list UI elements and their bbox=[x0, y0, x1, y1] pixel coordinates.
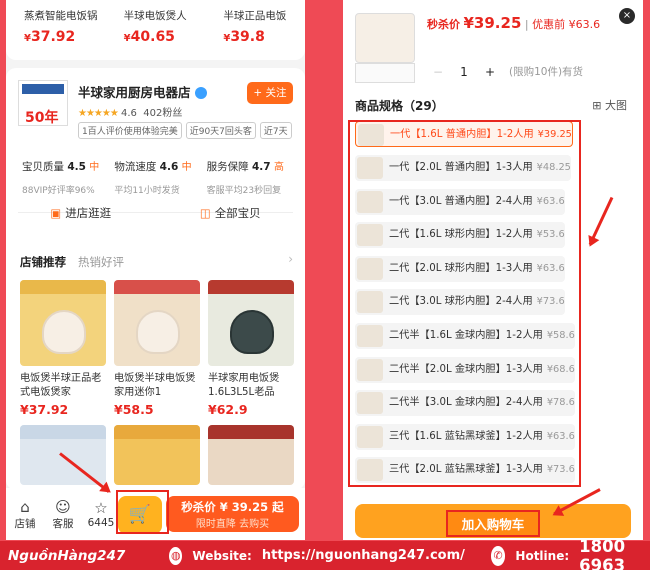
shop-logo[interactable]: 50年 bbox=[18, 80, 68, 126]
product-price: ¥40.65 bbox=[123, 29, 175, 45]
price-line: 秒杀价 ¥39.25 | 优惠前 ¥63.6 bbox=[427, 14, 601, 32]
hotline-number: 1800 6963 bbox=[579, 536, 626, 570]
brand-logo: NguồnHàng247 bbox=[8, 547, 126, 564]
shop-tag: 近7天 bbox=[259, 122, 292, 139]
metric-quality: 宝贝质量 4.5 中 88VIP好评率96% bbox=[22, 161, 100, 196]
spec-title: 商品规格（29） bbox=[355, 99, 444, 113]
website-url: https://nguonhang247.com/ bbox=[261, 548, 465, 563]
buy-now-button[interactable]: 秒杀价 ¥ 39.25 起 限时直降 去购买 bbox=[166, 496, 299, 532]
tab-hot-reviews[interactable]: 热销好评 bbox=[78, 255, 124, 269]
highlight-box-cart bbox=[116, 490, 169, 534]
recommend-card[interactable] bbox=[208, 425, 294, 485]
product-thumbnail bbox=[114, 425, 200, 485]
store-icon: ▣ bbox=[50, 206, 62, 220]
recommend-tabs: 店铺推荐 热销好评 bbox=[20, 254, 124, 270]
recommend-card[interactable] bbox=[114, 425, 200, 485]
product-price: ¥37.92 bbox=[24, 29, 76, 45]
qty-minus-button[interactable]: − bbox=[425, 62, 451, 82]
enter-store-button[interactable]: ▣ 进店逛逛 bbox=[6, 205, 156, 221]
bag-icon: ◫ bbox=[199, 206, 211, 220]
product-price: ¥37.92 bbox=[20, 402, 69, 417]
shop-tag: 1百人评价使用体验完美 bbox=[78, 122, 182, 139]
bigview-toggle[interactable]: ⊞ 大图 bbox=[592, 97, 627, 113]
product-name: 半球电饭煲人 bbox=[123, 10, 187, 22]
star-icon: ☆ bbox=[94, 499, 108, 517]
metric-logistics: 物流速度 4.6 中 平均11小时发货 bbox=[114, 161, 192, 196]
quantity-stepper: − 1 + (限购10件)有货 bbox=[425, 62, 583, 82]
right-phone-screen: 秒杀价 ¥39.25 | 优惠前 ¥63.6 × − 1 + (限购10件)有货… bbox=[343, 0, 643, 540]
chat-icon: ☺ bbox=[55, 497, 71, 516]
top-products-row: 蒸煮智能电饭锅 ¥37.92 半球电饭煲人 ¥40.65 半球正品电饭 ¥39.… bbox=[6, 0, 305, 60]
customer-service-button[interactable]: ☺ 客服 bbox=[44, 498, 82, 531]
selected-product-thumbnail[interactable] bbox=[355, 13, 415, 63]
close-icon[interactable]: × bbox=[619, 8, 635, 24]
follow-button[interactable]: + 关注 bbox=[247, 82, 293, 104]
recommend-section: 店铺推荐 热销好评 › 电饭煲半球正品老式电饭煲家 ¥37.92 电饭煲半球电饭煲… bbox=[6, 240, 305, 490]
product-thumbnail bbox=[208, 280, 294, 366]
product-thumbnail bbox=[208, 425, 294, 485]
star-rating-icon: ★★★★★ bbox=[78, 108, 119, 119]
thumbnail-strip bbox=[355, 63, 415, 83]
recommend-card[interactable]: 电饭煲半球电饭煲家用迷你1 ¥58.5 bbox=[114, 280, 200, 417]
shop-actions: ▣ 进店逛逛 ◫ 全部宝贝 bbox=[6, 205, 305, 221]
shop-tags: 1百人评价使用体验完美 近90天7回头客 近7天 bbox=[78, 122, 301, 139]
product-price: ¥39.8 bbox=[223, 29, 265, 45]
product-thumbnail bbox=[114, 280, 200, 366]
product-name: 蒸煮智能电饭锅 bbox=[24, 10, 98, 22]
chevron-right-icon[interactable]: › bbox=[288, 252, 293, 266]
shop-logo-text: 50年 bbox=[25, 110, 59, 126]
phone-icon: ✆ bbox=[490, 545, 506, 566]
store-tab-button[interactable]: ⌂ 店铺 bbox=[6, 498, 44, 531]
verified-badge-icon bbox=[194, 87, 207, 99]
recommend-card[interactable]: 半球家用电饭煲1.6L3L5L老品 ¥62.9 bbox=[208, 280, 294, 417]
website-label: Website: bbox=[192, 548, 252, 563]
metric-service: 服务保障 4.7 高 客服平均23秒回复 bbox=[206, 161, 284, 196]
product-name: 电饭煲半球正品老式电饭煲家 bbox=[20, 373, 102, 398]
qty-limit-text: (限购10件)有货 bbox=[509, 66, 584, 78]
product-card[interactable]: 半球电饭煲人 ¥40.65 bbox=[106, 0, 206, 60]
store-icon: ⌂ bbox=[20, 497, 30, 516]
highlight-box-options bbox=[348, 120, 581, 487]
add-to-cart-button[interactable]: 加入购物车 bbox=[355, 504, 631, 538]
product-card[interactable]: 半球正品电饭 ¥39.8 bbox=[205, 0, 305, 60]
shop-name[interactable]: 半球家用厨房电器店 bbox=[78, 82, 207, 101]
product-name: 半球正品电饭 bbox=[223, 10, 287, 22]
product-card[interactable]: 蒸煮智能电饭锅 ¥37.92 bbox=[6, 0, 106, 60]
globe-icon: ◍ bbox=[169, 546, 183, 565]
qty-input[interactable]: 1 bbox=[451, 62, 477, 82]
product-price: ¥58.5 bbox=[114, 402, 154, 417]
shop-rating: ★★★★★ 4.6 402粉丝 bbox=[78, 108, 183, 119]
product-price: ¥62.9 bbox=[208, 402, 248, 417]
product-thumbnail bbox=[20, 280, 106, 366]
watermark-banner: NguồnHàng247 ◍ Website: https://nguonhan… bbox=[0, 537, 650, 570]
left-phone-screen: 蒸煮智能电饭锅 ¥37.92 半球电饭煲人 ¥40.65 半球正品电饭 ¥39.… bbox=[6, 0, 305, 540]
recommend-card[interactable]: 电饭煲半球正品老式电饭煲家 ¥37.92 bbox=[20, 280, 106, 417]
all-items-button[interactable]: ◫ 全部宝贝 bbox=[156, 205, 306, 221]
shop-tag: 近90天7回头客 bbox=[185, 122, 256, 139]
grid-icon: ⊞ bbox=[592, 99, 602, 112]
shop-metrics: 宝贝质量 4.5 中 88VIP好评率96% 物流速度 4.6 中 平均11小时… bbox=[22, 158, 299, 196]
product-name: 电饭煲半球电饭煲家用迷你1 bbox=[114, 373, 196, 398]
hotline-label: Hotline: bbox=[515, 548, 570, 563]
product-name: 半球家用电饭煲1.6L3L5L老品 bbox=[208, 373, 280, 398]
tab-shop-recommend[interactable]: 店铺推荐 bbox=[20, 255, 66, 269]
qty-plus-button[interactable]: + bbox=[477, 62, 503, 82]
favorite-button[interactable]: ☆ 6445 bbox=[82, 499, 120, 529]
